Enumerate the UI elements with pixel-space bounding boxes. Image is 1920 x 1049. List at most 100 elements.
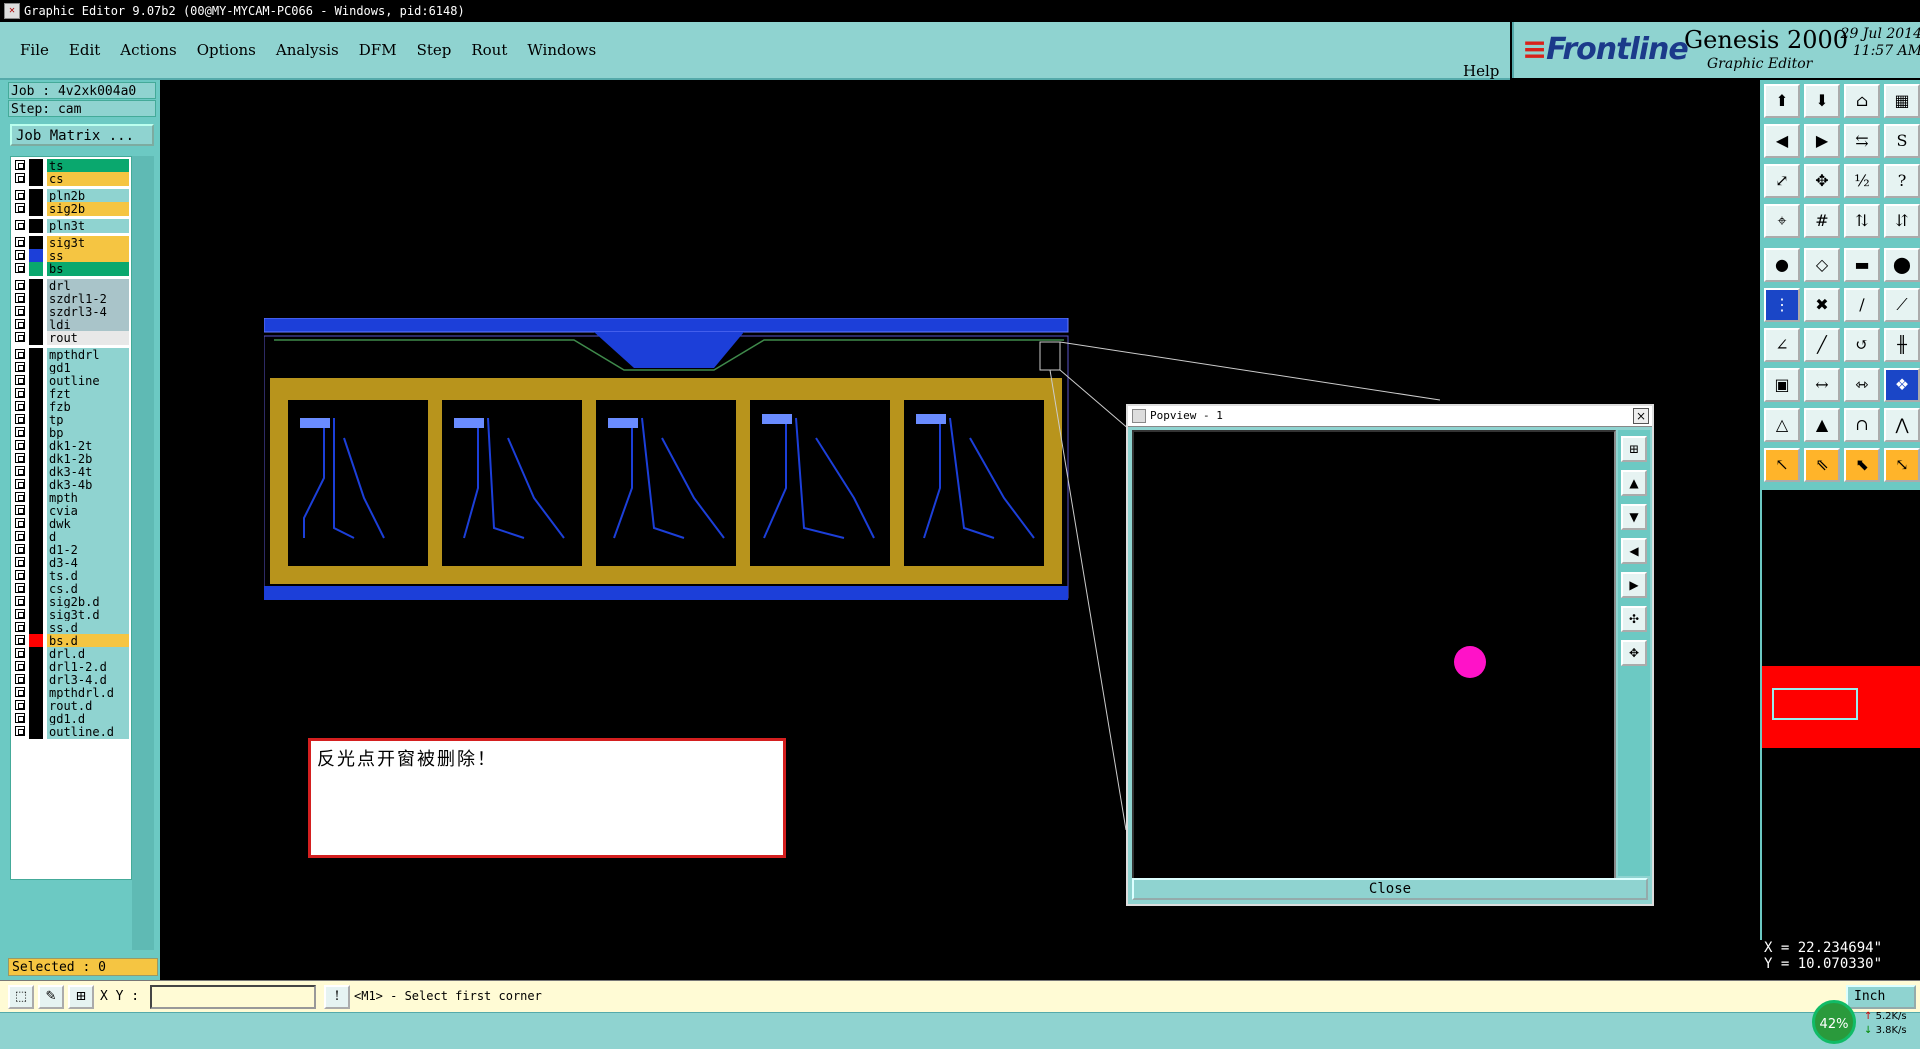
layer-row-cs.d[interactable]: cs.d [11, 582, 131, 596]
layer-name[interactable]: d1-2 [47, 543, 129, 557]
layer-color-swatch[interactable] [29, 387, 43, 401]
layer-name[interactable]: cvia [47, 504, 129, 518]
route-icon[interactable]: ∕ [1844, 288, 1880, 322]
layer-color-swatch[interactable] [29, 318, 43, 332]
layer-row-dk3-4b[interactable]: dk3-4b [11, 478, 131, 492]
layer-name[interactable]: cs.d [47, 582, 129, 596]
layer-row-cs[interactable]: cs [11, 172, 131, 186]
select-net-icon[interactable]: ⬉ [1844, 448, 1880, 482]
layer-checkbox[interactable] [15, 635, 25, 645]
layer-checkbox[interactable] [15, 190, 25, 200]
route-diagonal-icon[interactable]: ⟋ [1884, 288, 1920, 322]
layer-color-swatch[interactable] [29, 426, 43, 440]
add-line-icon[interactable]: ▬ [1844, 248, 1880, 282]
layer-row-outline[interactable]: outline [11, 374, 131, 388]
layer-color-swatch[interactable] [29, 491, 43, 505]
layer-row-dk3-4t[interactable]: dk3-4t [11, 465, 131, 479]
popview-window[interactable]: Popview - 1 × ⊞ ▲ ▼ ◀ ▶ ✣ ✥ Close [1126, 404, 1654, 906]
layer-color-swatch[interactable] [29, 452, 43, 466]
layer-name[interactable]: mpth [47, 491, 129, 505]
layer-row-drl.d[interactable]: drl.d [11, 647, 131, 661]
layer-color-swatch[interactable] [29, 608, 43, 622]
layer-name[interactable]: ss.d [47, 621, 129, 635]
arc-icon[interactable]: ↺ [1844, 328, 1880, 362]
layer-checkbox[interactable] [15, 518, 25, 528]
layer-name[interactable]: szdrl1-2 [47, 292, 129, 306]
layer-name[interactable]: d [47, 530, 129, 544]
layer-checkbox[interactable] [15, 306, 25, 316]
grid-icon[interactable]: # [1804, 204, 1840, 238]
layer-color-swatch[interactable] [29, 374, 43, 388]
layer-row-ss[interactable]: ss [11, 249, 131, 263]
layer-checkbox[interactable] [15, 661, 25, 671]
layer-name[interactable]: bp [47, 426, 129, 440]
layer-color-swatch[interactable] [29, 348, 43, 362]
net-connect-icon[interactable]: ⇵ [1884, 204, 1920, 238]
layer-checkbox[interactable] [15, 160, 25, 170]
popview-close-button[interactable]: Close [1132, 878, 1648, 900]
popview-pan-up-icon[interactable]: ▲ [1621, 470, 1647, 496]
layer-color-swatch[interactable] [29, 660, 43, 674]
delete-icon[interactable]: ✖ [1804, 288, 1840, 322]
popview-close-x-button[interactable]: × [1633, 408, 1649, 424]
layer-color-swatch[interactable] [29, 647, 43, 661]
query-icon[interactable]: ? [1884, 164, 1920, 198]
pcb-board-view[interactable] [264, 318, 1074, 618]
layer-checkbox[interactable] [15, 687, 25, 697]
layer-name[interactable]: ldi [47, 318, 129, 332]
popview-fit-icon[interactable]: ✣ [1621, 606, 1647, 632]
add-shape-icon[interactable]: ◇ [1804, 248, 1840, 282]
layer-checkbox[interactable] [15, 453, 25, 463]
layer-name[interactable]: drl3-4.d [47, 673, 129, 687]
layer-color-swatch[interactable] [29, 262, 43, 276]
layer-checkbox[interactable] [15, 237, 25, 247]
layer-checkbox[interactable] [15, 713, 25, 723]
mirror-icon[interactable]: ⇆ [1844, 124, 1880, 158]
layer-checkbox[interactable] [15, 596, 25, 606]
layer-name[interactable]: dk1-2t [47, 439, 129, 453]
layer-checkbox[interactable] [15, 427, 25, 437]
layer-checkbox[interactable] [15, 674, 25, 684]
layer-checkbox[interactable] [15, 466, 25, 476]
layer-list-scrollbar[interactable] [132, 156, 154, 950]
layer-row-bs[interactable]: bs [11, 262, 131, 276]
layer-checkbox[interactable] [15, 609, 25, 619]
xy-input[interactable] [150, 985, 316, 1009]
layer-row-d[interactable]: d [11, 530, 131, 544]
layer-name[interactable]: sig3t.d [47, 608, 129, 622]
layer-name[interactable]: fzb [47, 400, 129, 414]
layer-checkbox[interactable] [15, 349, 25, 359]
layer-checkbox[interactable] [15, 492, 25, 502]
group-icon[interactable]: ❖ [1884, 368, 1920, 402]
grid-mode-icon[interactable]: ⊞ [68, 985, 94, 1009]
triangle-outline-icon[interactable]: ▲ [1804, 408, 1840, 442]
layer-name[interactable]: ts [47, 159, 129, 173]
layer-name[interactable]: rout [47, 331, 129, 345]
layer-color-swatch[interactable] [29, 543, 43, 557]
layer-row-gd1.d[interactable]: gd1.d [11, 712, 131, 726]
layer-color-swatch[interactable] [29, 305, 43, 319]
popview-pan-down-icon[interactable]: ▼ [1621, 504, 1647, 530]
layer-row-tp[interactable]: tp [11, 413, 131, 427]
layer-checkbox[interactable] [15, 583, 25, 593]
layer-row-outline.d[interactable]: outline.d [11, 725, 131, 739]
layer-checkbox[interactable] [15, 388, 25, 398]
window-system-icon[interactable]: ✕ [4, 3, 20, 19]
layer-name[interactable]: sig3t [47, 236, 129, 250]
layer-name[interactable]: drl1-2.d [47, 660, 129, 674]
zoom-ratio-icon[interactable]: ½ [1844, 164, 1880, 198]
menu-help[interactable]: Help [1463, 62, 1499, 80]
layer-name[interactable]: gd1 [47, 361, 129, 375]
select-arrow-icon[interactable]: ↖ [1764, 448, 1800, 482]
layer-color-swatch[interactable] [29, 279, 43, 293]
layer-row-gd1[interactable]: gd1 [11, 361, 131, 375]
layer-name[interactable]: bs [47, 262, 129, 276]
layer-checkbox[interactable] [15, 280, 25, 290]
edit-mode-icon[interactable]: ✎ [38, 985, 64, 1009]
layer-color-swatch[interactable] [29, 699, 43, 713]
layer-name[interactable]: pln3t [47, 219, 129, 233]
layer-color-swatch[interactable] [29, 556, 43, 570]
layer-color-swatch[interactable] [29, 478, 43, 492]
snap-mode-icon[interactable]: ⬚ [8, 985, 34, 1009]
layer-name[interactable]: dk1-2b [47, 452, 129, 466]
